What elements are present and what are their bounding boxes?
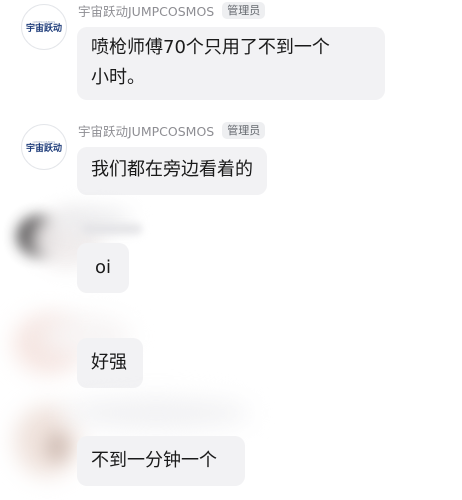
avatar[interactable]: JUMPCOSMOS 宇宙跃动 — [21, 124, 67, 170]
sender-name[interactable]: 宇宙跃动JUMPCOSMOS — [78, 1, 214, 20]
sender-row: 宇宙跃动JUMPCOSMOS 管理员 — [78, 121, 266, 140]
sender-name-blurred — [82, 224, 142, 234]
avatar-logo-text: 宇宙跃动 — [25, 143, 62, 154]
sender-name[interactable]: 宇宙跃动JUMPCOSMOS — [78, 121, 214, 140]
avatar-logo-text: 宇宙跃动 — [25, 23, 62, 34]
message-bubble[interactable]: 好强 — [77, 338, 143, 388]
avatar[interactable]: JUMPCOSMOS 宇宙跃动 — [21, 4, 67, 50]
avatar-blur-streak — [61, 398, 251, 428]
admin-badge: 管理员 — [222, 121, 266, 139]
message-text-line: 喷枪师傅70个只用了不到一个 — [91, 37, 330, 58]
message-text-line: 小时。 — [91, 67, 145, 88]
message-text: 不到一分钟一个 — [91, 450, 217, 471]
message-text: 我们都在旁边看着的 — [91, 159, 253, 180]
message-bubble[interactable]: oi — [77, 243, 129, 293]
chat-thread: JUMPCOSMOS 宇宙跃动 宇宙跃动JUMPCOSMOS 管理员 喷枪师傅7… — [0, 0, 462, 500]
message-bubble[interactable]: 喷枪师傅70个只用了不到一个 小时。 — [77, 27, 385, 100]
sender-row: 宇宙跃动JUMPCOSMOS 管理员 — [78, 1, 266, 20]
message-bubble[interactable]: 我们都在旁边看着的 — [77, 147, 267, 195]
avatar-blur-dark — [45, 432, 69, 462]
avatar[interactable] — [13, 314, 131, 374]
message-text: 好强 — [91, 352, 127, 373]
avatar[interactable] — [17, 208, 131, 268]
avatar[interactable] — [15, 398, 251, 476]
admin-badge: 管理员 — [222, 1, 266, 19]
message-text: oi — [95, 257, 112, 278]
message-bubble[interactable]: 不到一分钟一个 — [77, 436, 245, 486]
